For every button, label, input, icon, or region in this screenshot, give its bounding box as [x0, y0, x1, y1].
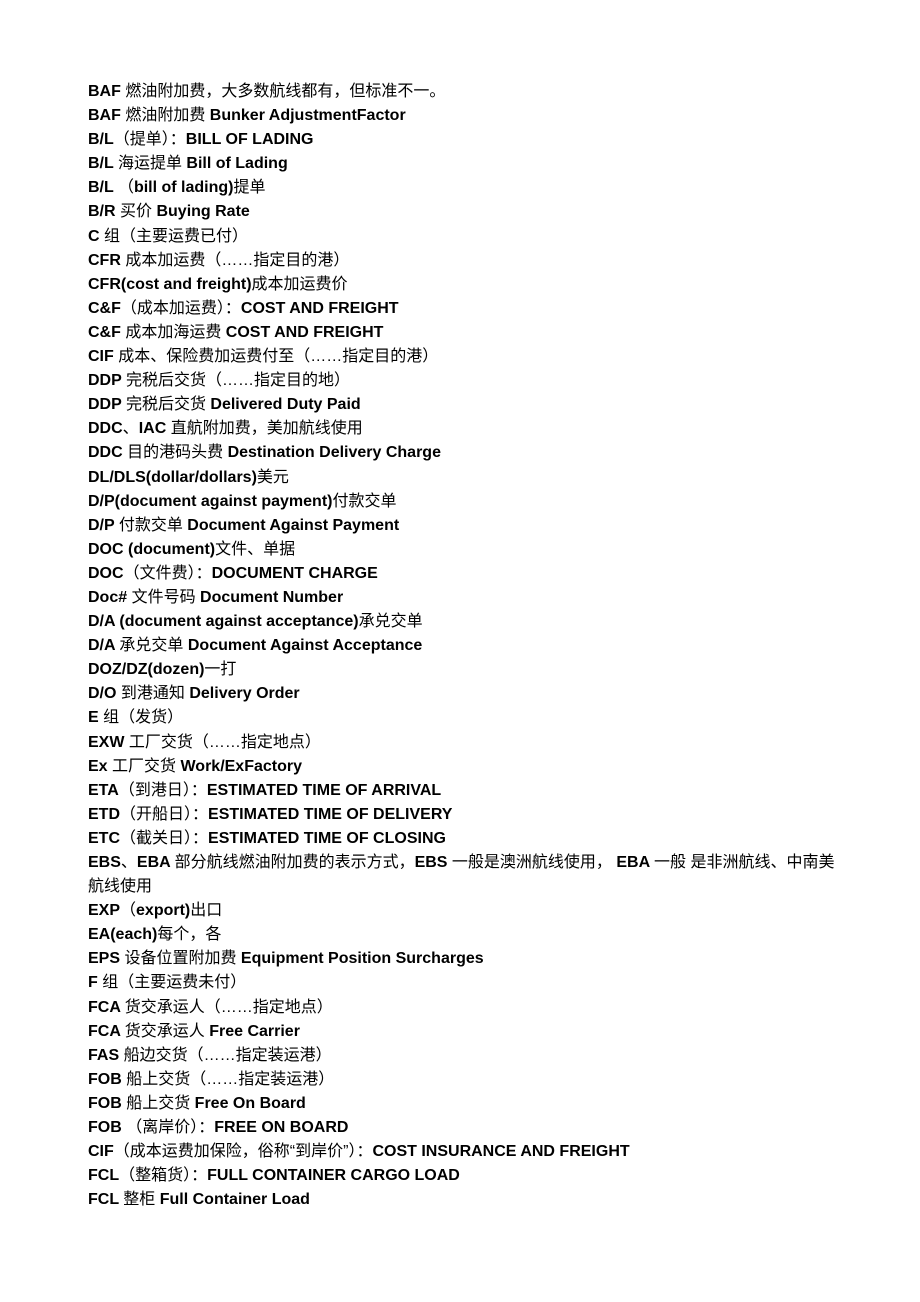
glossary-entry: D/P(document against payment)付款交单 — [88, 492, 397, 510]
glossary-entry: ETC（截关日）：ESTIMATED TIME OF CLOSING — [88, 829, 446, 847]
glossary-entry: CIF（成本运费加保险，俗称“到岸价”）：COST INSURANCE AND … — [88, 1143, 630, 1161]
glossary-entry: FOB （离岸价）：FREE ON BOARD — [88, 1119, 349, 1137]
glossary-entry: C 组（主要运费已付） — [88, 227, 249, 245]
glossary-entry: BAF 燃油附加费，大多数航线都有，但标准不一。 — [88, 83, 446, 100]
glossary-entry: EPS 设备位置附加费 Equipment Position Surcharge… — [88, 950, 484, 968]
glossary-entry: EA(each)每个，各 — [88, 926, 222, 944]
glossary-entry: DOC (document)文件、单据 — [88, 540, 296, 558]
glossary-entry: B/L 海运提单 Bill of Lading — [88, 155, 288, 173]
glossary-entry: FCA 货交承运人 Free Carrier — [88, 1022, 300, 1040]
glossary-entry: FCL 整柜 Full Container Load — [88, 1191, 310, 1209]
glossary-entry: D/A (document against acceptance)承兑交单 — [88, 613, 423, 631]
glossary-entry: EXP（export)出口 — [88, 902, 223, 920]
glossary-entry: E 组（发货） — [88, 709, 184, 727]
glossary-entry: EXW 工厂交货（……指定地点） — [88, 733, 321, 751]
glossary-entry: B/R 买价 Buying Rate — [88, 203, 250, 221]
glossary-entry: DDC 目的港码头费 Destination Delivery Charge — [88, 444, 441, 462]
glossary-entry: FCA 货交承运人（……指定地点） — [88, 998, 333, 1016]
glossary-entry: DDP 完税后交货（……指定目的地） — [88, 372, 350, 390]
glossary-entry: FCL（整箱货）：FULL CONTAINER CARGO LOAD — [88, 1167, 460, 1185]
glossary-entry: DDC、IAC 直航附加费，美加航线使用 — [88, 420, 363, 438]
glossary-entry: ETA（到港日）：ESTIMATED TIME OF ARRIVAL — [88, 781, 442, 799]
glossary-entry: DOZ/DZ(dozen)一打 — [88, 661, 237, 679]
glossary-entry: D/A 承兑交单 Document Against Acceptance — [88, 637, 423, 655]
glossary-entry: B/L （bill of lading)提单 — [88, 179, 266, 197]
glossary-entry: EBS、EBA 部分航线燃油附加费的表示方式，EBS 一般是澳洲航线使用， EB… — [88, 854, 835, 896]
glossary-entry: CIF 成本、保险费加运费付至（……指定目的港） — [88, 348, 439, 366]
glossary-entry: FOB 船上交货（……指定装运港） — [88, 1070, 335, 1088]
glossary-entry: C&F 成本加海运费 COST AND FREIGHT — [88, 323, 384, 341]
glossary-entry: FOB 船上交货 Free On Board — [88, 1094, 306, 1112]
glossary-entry: DL/DLS(dollar/dollars)美元 — [88, 468, 289, 486]
glossary-entry: B/L（提单）：BILL OF LADING — [88, 131, 314, 149]
glossary-entry: F 组（主要运费未付） — [88, 974, 247, 992]
glossary-entry: Doc# 文件号码 Document Number — [88, 588, 344, 606]
glossary-entry: CFR(cost and freight)成本加运费价 — [88, 275, 348, 293]
glossary-entry: DOC（文件费）：DOCUMENT CHARGE — [88, 564, 378, 582]
document-body: BAF 燃油附加费，大多数航线都有，但标准不一。 BAF 燃油附加费 Bunker… — [88, 80, 838, 1212]
glossary-entry: C&F（成本加运费）：COST AND FREIGHT — [88, 299, 399, 317]
glossary-entry: BAF 燃油附加费 Bunker AdjustmentFactor — [88, 107, 406, 125]
glossary-entry: D/P 付款交单 Document Against Payment — [88, 516, 400, 534]
glossary-entry: FAS 船边交货（……指定装运港） — [88, 1046, 332, 1064]
glossary-entry: ETD（开船日）：ESTIMATED TIME OF DELIVERY — [88, 805, 453, 823]
glossary-entry: CFR 成本加运费（……指定目的港） — [88, 251, 350, 269]
glossary-entry: DDP 完税后交货 Delivered Duty Paid — [88, 396, 361, 414]
glossary-entry: D/O 到港通知 Delivery Order — [88, 685, 300, 703]
glossary-entry: Ex 工厂交货 Work/ExFactory — [88, 757, 302, 775]
